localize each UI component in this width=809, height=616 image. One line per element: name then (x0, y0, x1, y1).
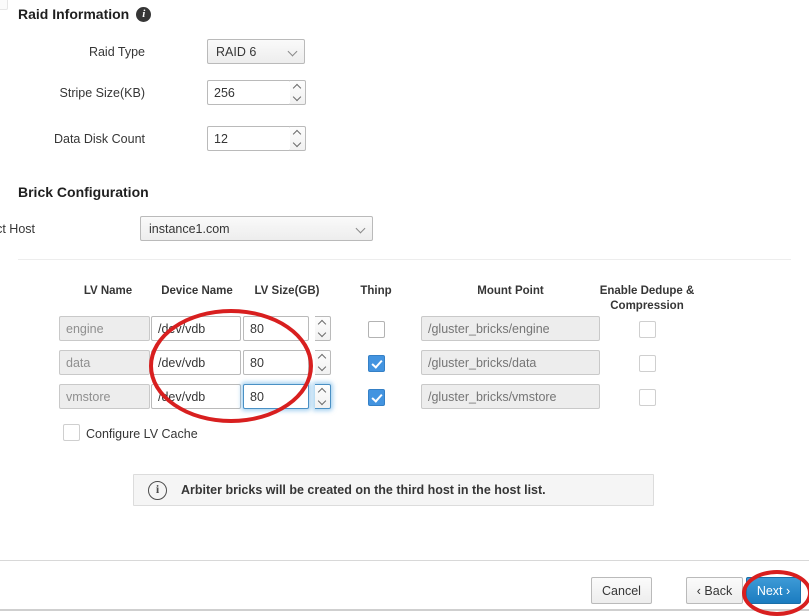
stepper-down-icon[interactable] (290, 139, 305, 151)
select-host-label: Select Host (0, 222, 35, 236)
mount-point-input-row2[interactable] (421, 350, 600, 375)
data-disk-count-label: Data Disk Count (53, 132, 145, 146)
device-name-input-row1[interactable] (151, 316, 241, 341)
brick-configuration-heading: Brick Configuration (18, 184, 149, 200)
stepper-up-icon[interactable] (315, 317, 330, 329)
column-header-enable-dedupe-line1: Enable Dedupe & (599, 285, 695, 297)
lv-size-stepper-row3[interactable] (315, 384, 331, 409)
stepper-up-icon[interactable] (315, 351, 330, 363)
info-circle-filled-icon[interactable]: i (136, 6, 152, 22)
next-button[interactable]: Next › (746, 577, 801, 604)
lv-name-input-row2[interactable] (59, 350, 150, 375)
stripe-size-stepper[interactable] (290, 80, 306, 105)
stepper-down-icon[interactable] (315, 363, 330, 375)
stepper-down-icon[interactable] (290, 93, 305, 105)
thinp-checkbox-row2[interactable] (368, 355, 385, 372)
raid-type-value: RAID 6 (216, 44, 257, 59)
lv-size-stepper-row2[interactable] (315, 350, 331, 375)
dedupe-checkbox-row1[interactable] (639, 321, 656, 338)
lv-size-stepper-row1[interactable] (315, 316, 331, 341)
back-button[interactable]: ‹ Back (686, 577, 743, 604)
lv-name-input-row1[interactable] (59, 316, 150, 341)
stepper-up-icon[interactable] (290, 81, 305, 93)
dedupe-checkbox-row3[interactable] (639, 389, 656, 406)
raid-type-select[interactable]: RAID 6 (207, 39, 305, 64)
raid-information-title: Raid Information (18, 6, 130, 22)
chevron-down-icon (357, 224, 366, 233)
arbiter-bricks-alert-text: Arbiter bricks will be created on the th… (181, 483, 546, 497)
mount-point-input-row3[interactable] (421, 384, 600, 409)
column-header-lv-size: LV Size(GB) (254, 285, 320, 297)
column-header-device-name: Device Name (161, 285, 233, 297)
thinp-checkbox-row3[interactable] (368, 389, 385, 406)
column-header-enable-dedupe: Enable Dedupe & Compression (592, 284, 702, 314)
lv-name-input-row3[interactable] (59, 384, 150, 409)
footer-divider (0, 560, 809, 561)
raid-type-label: Raid Type (88, 45, 145, 59)
select-host-dropdown[interactable]: instance1.com (140, 216, 373, 241)
info-circle-outline-icon: i (148, 480, 167, 500)
arbiter-bricks-alert: i Arbiter bricks will be created on the … (133, 474, 654, 506)
cancel-button[interactable]: Cancel (591, 577, 652, 604)
data-disk-count-input[interactable] (207, 126, 291, 151)
lv-size-input-row2[interactable] (243, 350, 309, 375)
device-name-input-row2[interactable] (151, 350, 241, 375)
stripe-size-input[interactable] (207, 80, 291, 105)
corner-artifact (0, 0, 8, 10)
stepper-up-icon[interactable] (290, 127, 305, 139)
raid-information-heading: Raid Information i (18, 6, 152, 22)
device-name-input-row3[interactable] (151, 384, 241, 409)
chevron-down-icon (289, 47, 298, 56)
stepper-down-icon[interactable] (315, 397, 330, 409)
thinp-checkbox-row1[interactable] (368, 321, 385, 338)
column-header-mount-point: Mount Point (477, 285, 544, 297)
select-host-value: instance1.com (149, 221, 230, 236)
data-disk-count-stepper[interactable] (290, 126, 306, 151)
mount-point-input-row1[interactable] (421, 316, 600, 341)
configure-lv-cache-checkbox[interactable] (63, 424, 80, 441)
lv-size-input-row1[interactable] (243, 316, 309, 341)
section-divider (18, 259, 791, 260)
dedupe-checkbox-row2[interactable] (639, 355, 656, 372)
lv-size-input-row3[interactable] (243, 384, 309, 409)
configure-lv-cache-label: Configure LV Cache (86, 427, 198, 441)
raid-brick-configuration-page: Raid Information i Raid Type RAID 6 Stri… (0, 0, 809, 616)
column-header-thinp: Thinp (360, 285, 392, 297)
brick-configuration-title: Brick Configuration (18, 184, 149, 200)
column-header-enable-dedupe-line2: Compression (610, 300, 684, 312)
column-header-lv-name: LV Name (83, 285, 133, 297)
stepper-down-icon[interactable] (315, 329, 330, 341)
stepper-up-icon[interactable] (315, 385, 330, 397)
stripe-size-label: Stripe Size(KB) (59, 86, 145, 100)
